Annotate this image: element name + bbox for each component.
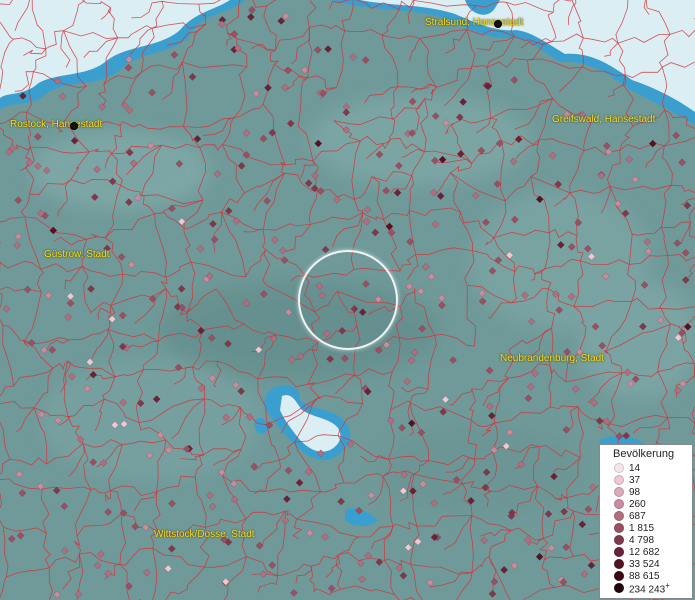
legend-plus-mark: + [665, 580, 670, 590]
legend-label: 687 [629, 510, 646, 522]
legend-item: 98 [600, 486, 692, 498]
legend-item: 4 798 [600, 534, 692, 546]
legend-item: 14 [600, 462, 692, 474]
legend-title: Bevölkerung [613, 448, 675, 460]
legend: Bevölkerung 14 37 98 260 687 1 815 4 798 12 682… [599, 444, 693, 599]
legend-item: 687 [600, 510, 692, 522]
legend-swatch [614, 559, 624, 569]
city-label-guestrow[interactable]: Güstrow, Stadt [44, 249, 110, 261]
legend-swatch [614, 487, 624, 497]
city-marker-stralsund[interactable] [494, 20, 502, 28]
city-marker-rostock[interactable] [70, 122, 78, 130]
city-label-greifswald[interactable]: Greifswald, Hansestadt [552, 114, 655, 126]
legend-label: 37 [629, 474, 641, 486]
city-label-rostock[interactable]: Rostock, Hansestadt [10, 119, 102, 131]
city-label-stralsund[interactable]: Stralsund, Hansestadt [425, 17, 523, 29]
legend-label: 4 798 [629, 534, 655, 546]
legend-item: 234 243+ [600, 580, 692, 596]
map-canvas[interactable]: Stralsund, Hansestadt Rostock, Hansestadt… [0, 0, 695, 600]
legend-swatch [614, 535, 624, 545]
legend-label: 12 682 [629, 546, 660, 558]
legend-label: 260 [629, 498, 646, 510]
legend-item: 33 524 [600, 558, 692, 570]
legend-swatch [614, 511, 624, 521]
legend-label: 234 243+ [629, 580, 670, 596]
legend-item: 12 682 [600, 546, 692, 558]
selection-circle[interactable] [298, 250, 398, 350]
legend-item: 1 815 [600, 522, 692, 534]
legend-label: 33 524 [629, 558, 660, 570]
legend-swatch [614, 571, 624, 581]
city-label-neubrandenburg[interactable]: Neubrandenburg, Stadt [500, 353, 604, 365]
legend-swatch [614, 583, 624, 593]
legend-items: 14 37 98 260 687 1 815 4 798 12 682 33 524 88 615… [600, 462, 692, 596]
legend-label: 14 [629, 462, 641, 474]
legend-label: 88 615 [629, 570, 660, 582]
legend-swatch [614, 523, 624, 533]
legend-item: 260 [600, 498, 692, 510]
legend-label: 1 815 [629, 522, 655, 534]
legend-swatch [614, 547, 624, 557]
legend-swatch [614, 475, 624, 485]
legend-item: 37 [600, 474, 692, 486]
legend-swatch [614, 463, 624, 473]
legend-label: 98 [629, 486, 641, 498]
legend-swatch [614, 499, 624, 509]
city-label-wittstock[interactable]: Wittstock/Dosse, Stadt [154, 529, 255, 541]
